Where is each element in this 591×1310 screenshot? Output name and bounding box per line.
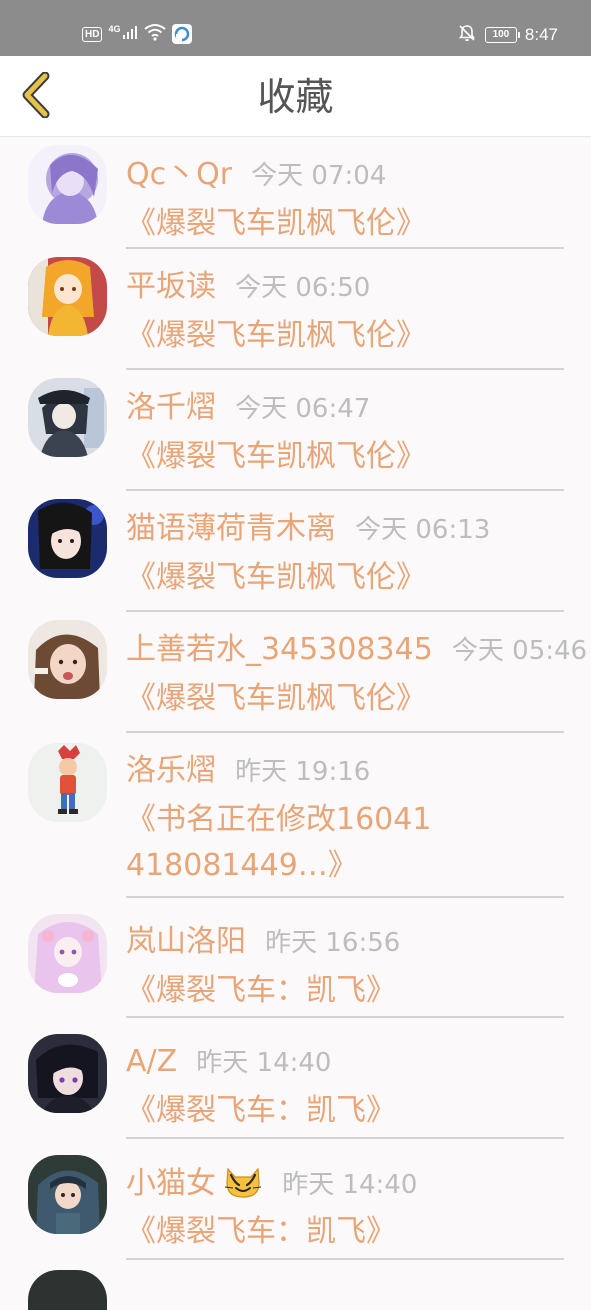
status-right-group: 100 8:47 xyxy=(457,22,558,48)
bell-muted-icon xyxy=(457,23,477,47)
book-title: 《爆裂飞车：凯飞》 xyxy=(126,1214,396,1249)
list-item[interactable]: 岚山洛阳 昨天 16:56 《爆裂飞车：凯飞》 xyxy=(0,898,591,1018)
timestamp: 今天 06:50 xyxy=(235,273,371,303)
username: Qc丶Qr xyxy=(126,157,233,192)
username: 猫语薄荷青木离 xyxy=(126,511,336,546)
network-type-label: 4G xyxy=(108,24,121,34)
avatar xyxy=(28,914,107,993)
avatar xyxy=(28,743,107,822)
book-title: 《爆裂飞车：凯飞》 xyxy=(126,973,396,1008)
timestamp: 今天 07:04 xyxy=(251,161,387,191)
signal-icon xyxy=(122,24,138,44)
avatar xyxy=(28,257,107,336)
list-item[interactable]: 上善若水_345308345 今天 05:46 《爆裂飞车凯枫飞伦》 xyxy=(0,612,591,733)
username: 洛千熠 xyxy=(126,390,216,425)
book-title: 《书名正在修改16041418081449…》 xyxy=(126,802,432,883)
cat-face-emoji-icon xyxy=(223,1163,263,1214)
status-clock: 8:47 xyxy=(524,25,558,44)
avatar xyxy=(28,1034,107,1113)
list-item[interactable]: 洛乐熠 昨天 19:16 《书名正在修改16041418081449…》 xyxy=(0,733,591,898)
favorites-list: Qc丶Qr 今天 07:04 《爆裂飞车凯枫飞伦》 平坂读 今天 06:50 《… xyxy=(0,137,591,1310)
username: A/Z xyxy=(126,1044,178,1079)
avatar xyxy=(28,378,107,457)
avatar xyxy=(28,1155,107,1234)
page-title: 收藏 xyxy=(257,75,334,119)
avatar xyxy=(28,1270,107,1310)
timestamp: 今天 06:13 xyxy=(355,515,491,545)
username: 上善若水_345308345 xyxy=(126,632,433,667)
timestamp: 昨天 14:40 xyxy=(196,1048,332,1078)
book-title: 《爆裂飞车：凯飞》 xyxy=(126,1093,396,1128)
hd-badge: HD xyxy=(82,26,103,42)
avatar xyxy=(28,499,107,578)
avatar xyxy=(28,620,107,699)
app-bar: 收藏 xyxy=(0,56,591,137)
status-bar: HD 4G 100 8:47 xyxy=(0,0,591,56)
timestamp: 昨天 19:16 xyxy=(235,757,371,787)
username: 洛乐熠 xyxy=(126,753,216,788)
battery-indicator: 100 xyxy=(484,27,520,43)
timestamp: 今天 06:47 xyxy=(235,394,371,424)
wifi-icon xyxy=(144,23,167,45)
book-title: 《爆裂飞车凯枫飞伦》 xyxy=(126,439,426,474)
list-item[interactable]: 猫语薄荷青木离 今天 06:13 《爆裂飞车凯枫飞伦》 xyxy=(0,491,591,612)
avatar xyxy=(28,145,107,224)
username: 小猫女 xyxy=(126,1166,216,1201)
app-notification-icon xyxy=(172,24,193,44)
list-item[interactable]: 小猫女 昨天 14:40 《爆裂飞车：凯飞》 xyxy=(0,1139,591,1260)
timestamp: 昨天 16:56 xyxy=(265,928,401,958)
username: 岚山洛阳 xyxy=(126,924,246,959)
status-left-group: HD 4G xyxy=(82,22,193,46)
list-item[interactable]: 平坂读 今天 06:50 《爆裂飞车凯枫飞伦》 xyxy=(0,249,591,370)
list-item[interactable] xyxy=(0,1260,591,1310)
book-title: 《爆裂飞车凯枫飞伦》 xyxy=(126,206,426,241)
timestamp: 今天 05:46 xyxy=(451,636,588,666)
list-item[interactable]: 洛千熠 今天 06:47 《爆裂飞车凯枫飞伦》 xyxy=(0,370,591,491)
book-title: 《爆裂飞车凯枫飞伦》 xyxy=(126,318,426,353)
list-item[interactable]: A/Z 昨天 14:40 《爆裂飞车：凯飞》 xyxy=(0,1018,591,1139)
username: 平坂读 xyxy=(126,269,216,304)
book-title: 《爆裂飞车凯枫飞伦》 xyxy=(126,681,426,716)
timestamp: 昨天 14:40 xyxy=(282,1170,418,1200)
book-title: 《爆裂飞车凯枫飞伦》 xyxy=(126,560,426,595)
list-item[interactable]: Qc丶Qr 今天 07:04 《爆裂飞车凯枫飞伦》 xyxy=(0,137,591,249)
